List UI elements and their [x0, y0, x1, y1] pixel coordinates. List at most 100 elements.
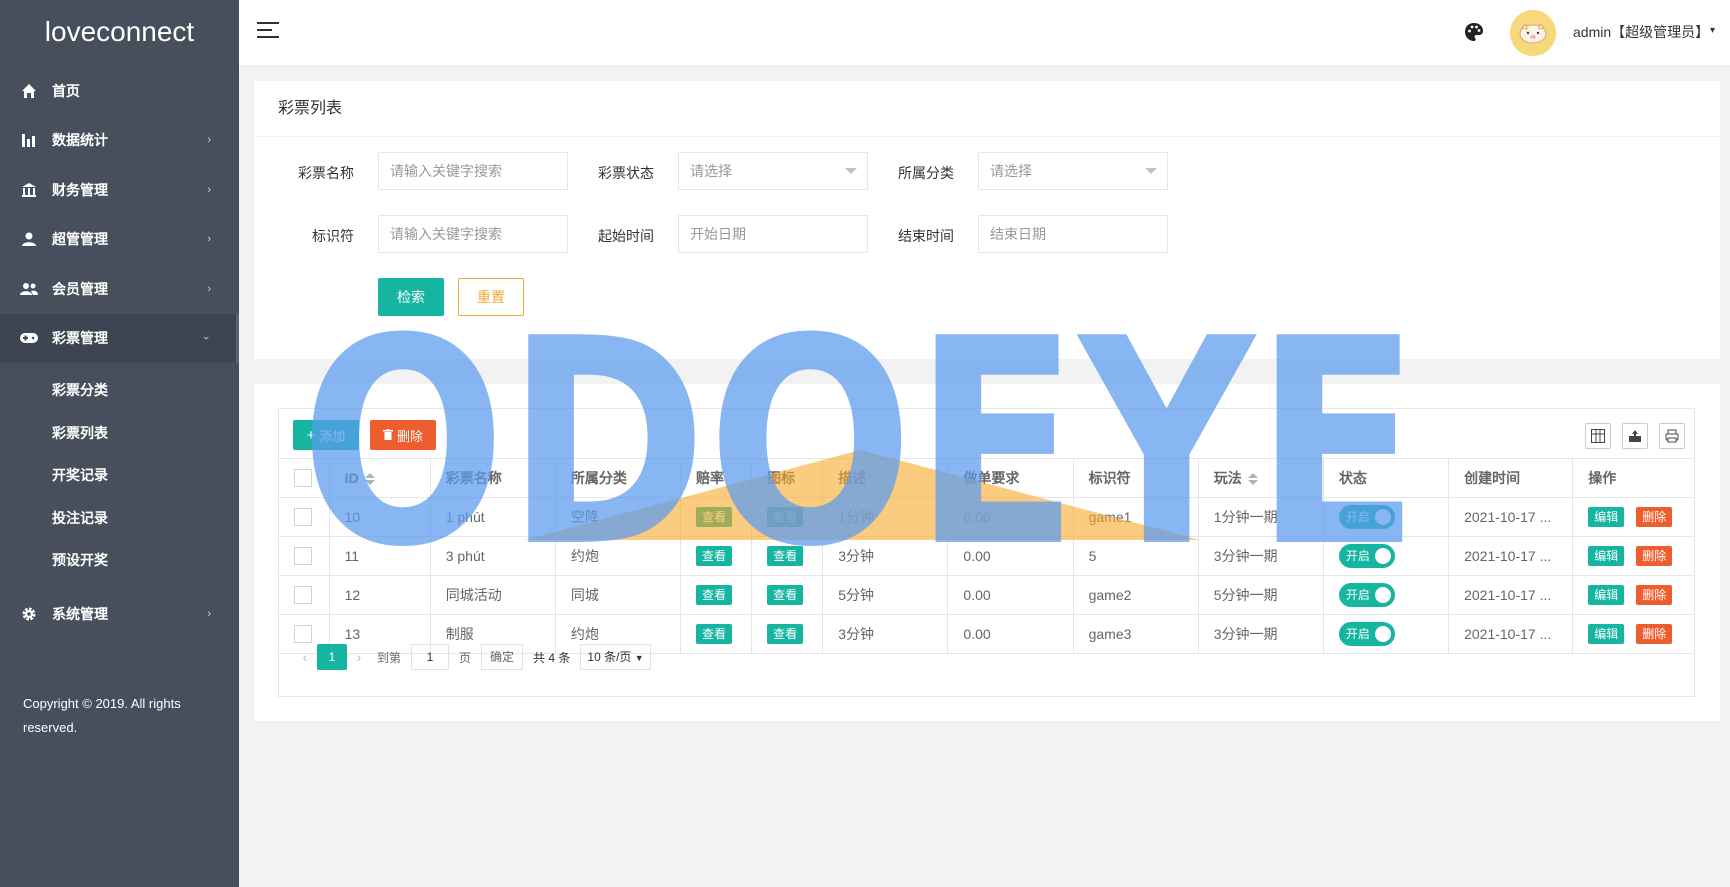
sidebar-subitem-lottery-category[interactable]: 彩票分类 — [0, 369, 239, 412]
sidebar-subitem-bet-records[interactable]: 投注记录 — [0, 497, 239, 540]
sidebar-item-admin[interactable]: 超管管理 › — [0, 215, 239, 265]
row-checkbox[interactable] — [294, 546, 312, 565]
table-toolbar: + 添加 删除 — [279, 409, 1694, 459]
select-all-checkbox[interactable] — [294, 468, 312, 487]
caret-down-icon: ▼ — [634, 653, 644, 663]
view-icon-button[interactable]: 查看 — [767, 506, 804, 527]
edit-button[interactable]: 编辑 — [1588, 545, 1625, 566]
cell-created: 2021-10-17 ... — [1448, 614, 1574, 654]
row-checkbox[interactable] — [294, 624, 312, 643]
sidebar-item-home[interactable]: 首页 — [0, 66, 239, 116]
status-toggle[interactable]: 开启 — [1338, 582, 1395, 607]
chevron-right-icon: › — [207, 134, 211, 147]
sidebar-item-lottery[interactable]: 彩票管理 › — [0, 313, 239, 363]
view-odds-button[interactable]: 查看 — [696, 506, 733, 527]
view-icon-button[interactable]: 查看 — [767, 545, 804, 566]
delete-row-button[interactable]: 删除 — [1636, 545, 1673, 566]
columns-filter-icon[interactable] — [1585, 423, 1611, 449]
lottery-status-label: 彩票状态 — [598, 165, 654, 181]
category-select[interactable]: 请选择 — [978, 152, 1168, 190]
status-toggle[interactable]: 开启 — [1338, 621, 1395, 646]
cell-code: game1 — [1073, 497, 1199, 537]
row-checkbox[interactable] — [294, 507, 312, 526]
status-toggle[interactable]: 开启 — [1338, 504, 1395, 529]
lottery-name-input[interactable]: 请输入关键字搜索 — [378, 152, 568, 190]
palette-icon[interactable] — [1464, 22, 1486, 44]
goto-page-input[interactable]: 1 — [411, 644, 450, 670]
code-label: 标识符 — [312, 228, 354, 244]
row-checkbox[interactable] — [294, 585, 312, 604]
column-header-play[interactable]: 玩法 — [1198, 459, 1324, 498]
column-header-id[interactable]: ID — [329, 459, 431, 498]
row-select-cell — [279, 497, 330, 537]
sidebar-subitem-preset-draw[interactable]: 预设开奖 — [0, 539, 239, 582]
cell-code: 5 — [1073, 536, 1199, 576]
search-card: 彩票列表 彩票名称 请输入关键字搜索 彩票状态 请选择 所属分类 请选择 标识符… — [254, 81, 1720, 359]
cell-name: 1 phút — [430, 497, 556, 537]
current-page[interactable]: 1 — [317, 644, 347, 670]
sidebar-item-system[interactable]: 系统管理 › — [0, 590, 239, 640]
delete-row-button[interactable]: 删除 — [1636, 506, 1673, 527]
cell-actions: 编辑 删除 — [1572, 536, 1694, 576]
end-date-input[interactable]: 结束日期 — [978, 215, 1168, 253]
delete-row-button[interactable]: 删除 — [1636, 623, 1673, 644]
menu-toggle-icon[interactable] — [257, 22, 279, 42]
view-odds-button[interactable]: 查看 — [696, 584, 733, 605]
sort-icon[interactable] — [1247, 473, 1258, 486]
column-header-label: ID — [344, 469, 359, 486]
delete-row-button[interactable]: 删除 — [1636, 584, 1673, 605]
view-odds-button[interactable]: 查看 — [696, 623, 733, 644]
cell-category: 同城 — [555, 575, 682, 615]
export-icon[interactable] — [1622, 423, 1648, 449]
user-menu[interactable]: admin【超级管理员】 — [1573, 22, 1709, 42]
view-odds-button[interactable]: 查看 — [696, 545, 733, 566]
sidebar-item-label: 会员管理 — [52, 280, 108, 297]
column-header-icon: 图标 — [751, 459, 824, 498]
sort-icon[interactable] — [364, 473, 375, 486]
reset-button[interactable]: 重置 — [458, 278, 524, 316]
sidebar-item-label: 数据统计 — [52, 132, 108, 149]
chevron-right-icon: › — [207, 608, 211, 621]
column-header-actions: 操作 — [1572, 459, 1694, 498]
lottery-status-select[interactable]: 请选择 — [678, 152, 868, 190]
home-icon — [20, 82, 38, 100]
goto-confirm-button[interactable]: 确定 — [481, 644, 524, 670]
avatar[interactable] — [1510, 10, 1556, 56]
view-icon-button[interactable]: 查看 — [767, 584, 804, 605]
edit-button[interactable]: 编辑 — [1588, 506, 1625, 527]
column-header-category: 所属分类 — [555, 459, 682, 498]
sidebar-item-finance[interactable]: 财务管理 › — [0, 165, 239, 215]
next-page-icon[interactable]: › — [347, 649, 371, 665]
cell-play: 1分钟一期 — [1198, 497, 1324, 537]
column-header-code: 标识符 — [1073, 459, 1199, 498]
print-icon[interactable] — [1659, 423, 1685, 449]
sidebar-subitem-lottery-list[interactable]: 彩票列表 — [0, 412, 239, 455]
search-button[interactable]: 检索 — [378, 278, 444, 316]
column-header-status: 状态 — [1323, 459, 1450, 498]
caret-down-icon[interactable]: ▾ — [1710, 25, 1715, 36]
code-input[interactable]: 请输入关键字搜索 — [378, 215, 568, 253]
plus-icon: + — [306, 426, 316, 444]
sidebar-subitem-draw-records[interactable]: 开奖记录 — [0, 454, 239, 497]
edit-button[interactable]: 编辑 — [1588, 584, 1625, 605]
add-button[interactable]: + 添加 — [293, 420, 359, 450]
select-all-cell — [279, 459, 330, 498]
prev-page-icon[interactable]: ‹ — [293, 649, 317, 665]
sidebar-item-stats[interactable]: 数据统计 › — [0, 116, 239, 166]
edit-button[interactable]: 编辑 — [1588, 623, 1625, 644]
page-size-value: 10 条/页 — [587, 650, 632, 664]
page-size-select[interactable]: 10 条/页 ▼ — [580, 644, 651, 670]
sidebar-item-members[interactable]: 会员管理 › — [0, 264, 239, 314]
cell-desc: 3分钟 — [822, 536, 949, 576]
select-placeholder: 请选择 — [990, 163, 1032, 179]
cell-icon: 查看 — [751, 614, 824, 654]
caret-down-icon — [845, 168, 857, 174]
bulk-delete-button[interactable]: 删除 — [370, 420, 436, 450]
top-header: admin【超级管理员】 ▾ — [239, 0, 1730, 66]
cell-actions: 编辑 删除 — [1572, 575, 1694, 615]
start-date-input[interactable]: 开始日期 — [678, 215, 868, 253]
view-icon-button[interactable]: 查看 — [767, 623, 804, 644]
sidebar-item-label: 首页 — [52, 82, 80, 99]
app-logo[interactable]: loveconnect — [0, 0, 239, 66]
status-toggle[interactable]: 开启 — [1338, 543, 1395, 568]
